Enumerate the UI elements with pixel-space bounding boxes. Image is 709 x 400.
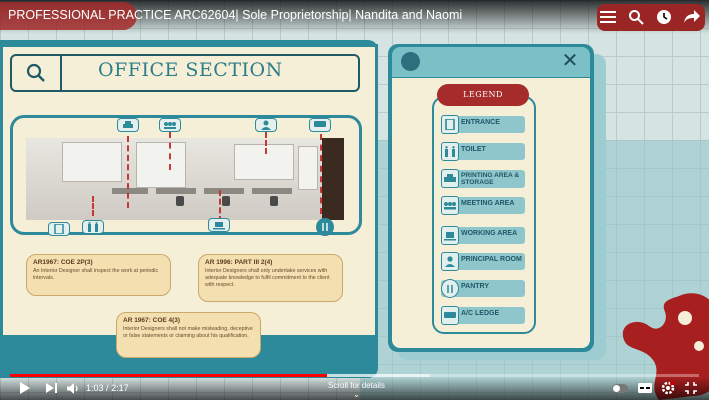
rule-text: An Interior Designer shall inspect the w… <box>33 268 159 281</box>
progress-bar[interactable] <box>10 374 699 377</box>
progress-played <box>10 374 327 377</box>
ac-icon <box>309 118 331 132</box>
entrance-icon <box>441 115 459 134</box>
printer-icon <box>441 169 459 188</box>
legend-item: PANTRY <box>441 279 525 298</box>
legend-item: A/C LEDGE <box>441 306 525 325</box>
legend-item: PRINTING AREA & STORAGE <box>441 169 525 188</box>
rule-card: AR 1996: PART III 2(4) Interior Designer… <box>198 254 343 302</box>
person-icon <box>255 118 277 132</box>
close-icon: ✕ <box>561 50 579 72</box>
next-button[interactable] <box>44 380 58 396</box>
legend-item-label: PRINTING AREA & STORAGE <box>461 172 520 186</box>
laptop-icon <box>208 218 230 232</box>
meeting-icon <box>159 118 181 132</box>
rule-heading: AR 1967: COE 4(3) <box>123 317 181 324</box>
chevron-down-icon: ⌄ <box>353 390 360 399</box>
time-total: 2:17 <box>111 383 129 393</box>
rule-heading: AR1967: COE 2P(3) <box>33 259 93 266</box>
autoplay-toggle[interactable] <box>612 380 628 396</box>
video-title[interactable]: PROFESSIONAL PRACTICE ARC62604| Sole Pro… <box>8 8 462 22</box>
menu-icon[interactable] <box>597 6 619 28</box>
toilet-icon <box>82 220 104 234</box>
entrance-icon <box>48 222 70 236</box>
legend-item-label: WORKING AREA <box>461 230 518 237</box>
rule-text: Interior Designers shall only undertake … <box>205 268 330 288</box>
captions-button[interactable] <box>638 380 652 396</box>
scroll-for-details[interactable]: Scroll for details ⌄ <box>328 381 385 399</box>
window-dot-icon <box>401 52 420 71</box>
legend-item: ENTRANCE <box>441 115 525 134</box>
top-controls <box>597 6 703 28</box>
legend-item-label: PRINCIPAL ROOM <box>461 256 522 263</box>
time-display: 1:03 / 2:17 <box>86 383 129 393</box>
legend-item-label: PANTRY <box>461 283 489 290</box>
meeting-icon <box>441 196 459 215</box>
time-current: 1:03 <box>86 383 104 393</box>
rule-card: AR 1967: COE 4(3) Interior Designers sha… <box>116 312 261 358</box>
legend-item: PRINCIPAL ROOM <box>441 252 525 271</box>
legend-title: LEGEND <box>437 84 529 106</box>
rule-text: Interior Designers shall not make mislea… <box>123 326 253 339</box>
rule-heading: AR 1996: PART III 2(4) <box>205 259 273 266</box>
legend-item: MEETING AREA <box>441 196 525 215</box>
volume-button[interactable] <box>66 380 80 396</box>
printer-icon <box>117 118 139 132</box>
pantry-icon <box>441 279 459 298</box>
office-plan-image <box>26 138 344 220</box>
scroll-hint-label: Scroll for details <box>328 381 385 390</box>
person-icon <box>441 252 459 271</box>
legend-item-label: MEETING AREA <box>461 200 515 207</box>
play-button[interactable] <box>18 380 32 396</box>
pantry-icon <box>316 218 334 236</box>
legend-item-label: A/C LEDGE <box>461 310 500 317</box>
watch-later-icon[interactable] <box>653 6 675 28</box>
fullscreen-exit-icon[interactable] <box>684 380 698 396</box>
ac-icon <box>441 306 459 325</box>
laptop-icon <box>441 226 459 245</box>
search-icon <box>12 56 62 90</box>
rule-card: AR1967: COE 2P(3) An Interior Designer s… <box>26 254 171 296</box>
search-icon[interactable] <box>625 6 647 28</box>
time-separator: / <box>106 383 109 393</box>
page-title: OFFICE SECTION <box>98 59 283 81</box>
legend-item: TOILET <box>441 142 525 161</box>
legend-item: WORKING AREA <box>441 226 525 245</box>
share-icon[interactable] <box>681 6 703 28</box>
legend-item-label: ENTRANCE <box>461 119 500 126</box>
settings-icon[interactable] <box>660 380 676 396</box>
legend-item-label: TOILET <box>461 146 486 153</box>
toilet-icon <box>441 142 459 161</box>
